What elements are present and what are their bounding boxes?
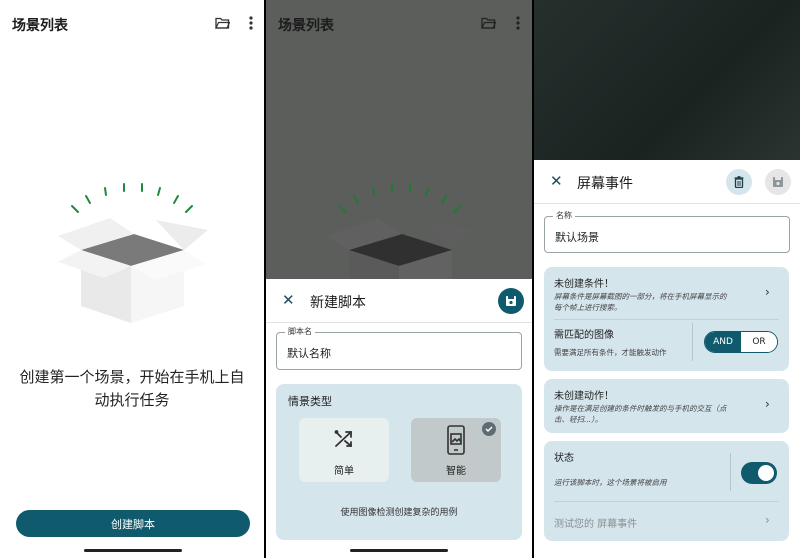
phone-image-icon (447, 425, 465, 459)
vertical-divider (692, 323, 693, 361)
create-script-button[interactable]: 创建脚本 (16, 510, 250, 537)
chevron-right-icon: › (765, 397, 770, 411)
more-vert-icon[interactable] (248, 15, 254, 31)
sheet-title: 新建脚本 (310, 295, 366, 311)
save-button[interactable] (498, 288, 524, 314)
shuffle-icon (333, 428, 355, 454)
or-option[interactable]: OR (741, 332, 777, 352)
state-subtitle: 运行该脚本时，这个场景将被启用 (554, 478, 667, 487)
conditions-subtitle: 屏幕条件是屏幕截图的一部分，将在手机屏幕显示的 每个帧上进行搜索。 (554, 291, 774, 313)
home-indicator[interactable] (84, 549, 182, 552)
and-option[interactable]: AND (705, 332, 741, 352)
actions-subtitle-line-1: 操作是在满足创建的条件时触发的与手机的交互（点 (554, 404, 727, 413)
conditions-subtitle-line-1: 屏幕条件是屏幕截图的一部分，将在手机屏幕显示的 (554, 292, 727, 301)
event-name-field[interactable]: 名称 默认场景 (544, 211, 790, 253)
state-title: 状态 (554, 453, 574, 464)
empty-box-illustration (324, 176, 474, 284)
sheet-header: ✕ 屏幕事件 (534, 160, 800, 204)
scenario-type-card: 情景类型 简单 智能 使用图像检测创建复杂的用例 (276, 384, 522, 540)
empty-message-line-1: 创建第一个场景，开始在手机上自 (19, 368, 245, 386)
match-images-title: 需匹配的图像 (554, 330, 614, 341)
state-toggle[interactable] (741, 462, 777, 484)
conditions-card: 未创建条件！ 屏幕条件是屏幕截图的一部分，将在手机屏幕显示的 每个帧上进行搜索。… (544, 267, 789, 371)
scenario-list-screen: 场景列表 创建第一个场景，开始在手机上自 动执行任务 创建脚本 (0, 0, 264, 558)
save-button[interactable] (765, 169, 791, 195)
camera-background (534, 0, 800, 160)
match-images-subtitle: 需要满足所有条件，才能触发动作 (554, 348, 667, 357)
type-option-smart[interactable]: 智能 (411, 418, 501, 482)
toggle-knob (758, 465, 774, 481)
new-script-screen: 场景列表 ✕ 新建脚本 脚本名 默认名称 情景类型 简单 智能 使用图像检测创建… (266, 0, 532, 558)
divider (554, 501, 779, 502)
empty-state-message: 创建第一个场景，开始在手机上自 动执行任务 (0, 366, 264, 412)
state-card: 状态 运行该脚本时，这个场景将被启用 测试您的 屏幕事件 › (544, 441, 789, 541)
new-script-sheet: ✕ 新建脚本 脚本名 默认名称 情景类型 简单 智能 使用图像检测创建复杂的用例 (266, 279, 532, 558)
actions-subtitle: 操作是在满足创建的条件时触发的与手机的交互（点 击、轻扫...）。 (554, 403, 774, 425)
event-name-label: 名称 (553, 211, 575, 221)
close-icon[interactable]: ✕ (550, 172, 563, 190)
folder-open-icon[interactable] (481, 17, 496, 29)
actions-subtitle-line-2: 击、轻扫...）。 (554, 415, 603, 424)
script-name-label: 脚本名 (285, 327, 315, 337)
actions-title: 未创建动作！ (554, 391, 614, 402)
more-vert-icon[interactable] (515, 15, 521, 31)
test-event-label: 测试您的 屏幕事件 (554, 519, 638, 530)
save-icon (506, 296, 516, 306)
page-title: 场景列表 (12, 18, 68, 34)
sheet-header: ✕ 新建脚本 (266, 279, 532, 323)
folder-open-icon[interactable] (215, 17, 230, 29)
vertical-divider (730, 453, 731, 491)
home-indicator[interactable] (350, 549, 448, 552)
type-option-simple-label: 简单 (334, 466, 354, 477)
page-title: 场景列表 (278, 18, 334, 34)
scenario-type-hint: 使用图像检测创建复杂的用例 (340, 508, 458, 518)
scrim-background[interactable]: 场景列表 (266, 0, 532, 280)
delete-button[interactable] (726, 169, 752, 195)
empty-box-illustration (56, 178, 216, 330)
type-option-simple[interactable]: 简单 (299, 418, 389, 482)
screen-event-screen: ✕ 屏幕事件 名称 默认场景 未创建条件！ 屏幕条件是屏幕截图的一部分，将在手机… (534, 0, 800, 558)
trash-icon (734, 176, 744, 188)
test-event-row[interactable]: 测试您的 屏幕事件 › (544, 503, 789, 539)
screen-event-sheet: ✕ 屏幕事件 名称 默认场景 未创建条件！ 屏幕条件是屏幕截图的一部分，将在手机… (534, 160, 800, 558)
script-name-value: 默认名称 (287, 347, 331, 360)
and-or-toggle[interactable]: AND OR (704, 331, 778, 353)
conditions-title: 未创建条件！ (554, 279, 614, 290)
conditions-subtitle-line-2: 每个帧上进行搜索。 (554, 303, 622, 312)
check-icon (482, 422, 496, 436)
scenario-type-title: 情景类型 (288, 395, 332, 408)
conditions-row[interactable]: 未创建条件！ 屏幕条件是屏幕截图的一部分，将在手机屏幕显示的 每个帧上进行搜索。… (544, 267, 789, 317)
sheet-title: 屏幕事件 (577, 176, 633, 192)
close-icon[interactable]: ✕ (282, 291, 295, 309)
divider (554, 319, 779, 320)
script-name-field[interactable]: 脚本名 默认名称 (276, 327, 522, 370)
actions-card[interactable]: 未创建动作！ 操作是在满足创建的条件时触发的与手机的交互（点 击、轻扫...）。… (544, 379, 789, 433)
chevron-right-icon: › (765, 513, 770, 527)
type-option-smart-label: 智能 (446, 466, 466, 477)
event-name-value: 默认场景 (555, 231, 599, 244)
empty-message-line-2: 动执行任务 (94, 391, 170, 409)
save-icon (773, 177, 783, 187)
chevron-right-icon: › (765, 285, 770, 299)
